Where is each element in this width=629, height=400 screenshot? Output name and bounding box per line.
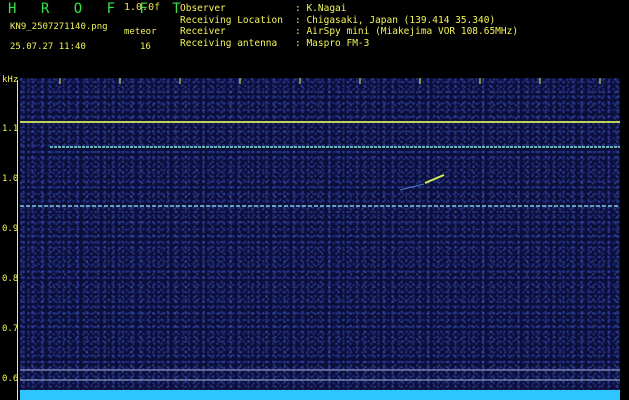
info-label: Receiver <box>180 26 226 37</box>
info-row-receiver: Receiver : AirSpy mini (Miakejima VOR 10… <box>180 26 518 38</box>
station-info: Observer : K.Nagai Receiving Location : … <box>180 3 518 49</box>
version-label: 1.0.0f <box>124 2 161 13</box>
signal-strength-strip <box>20 390 620 400</box>
y-tick-label: 1.0 <box>2 174 19 184</box>
header: H R O F F T 1.0.0f KN9_2507271140.png me… <box>0 0 629 75</box>
axis-unit-label: kHz <box>2 75 19 85</box>
meteor-count: 16 <box>140 42 151 52</box>
filename-label: KN9_2507271140.png <box>10 22 108 32</box>
info-label: Observer <box>180 3 226 14</box>
info-row-antenna: Receiving antenna : Maspro FM-3 <box>180 38 518 50</box>
info-row-observer: Observer : K.Nagai <box>180 3 518 15</box>
info-label: Receiving Location <box>180 14 283 26</box>
meteor-echo <box>424 174 445 184</box>
y-tick-label: 1.1 <box>2 124 19 134</box>
meteor-label: meteor <box>124 27 157 37</box>
info-label: Receiving antenna <box>180 37 278 49</box>
datetime-label: 25.07.27 11:40 <box>10 42 86 52</box>
info-value: : K.Nagai <box>295 3 347 14</box>
info-value: : Chigasaki, Japan (139.414 35.340) <box>295 14 496 26</box>
info-value: : AirSpy mini (Miakejima VOR 108.65MHz) <box>295 26 519 37</box>
info-row-location: Receiving Location : Chigasaki, Japan (1… <box>180 15 518 27</box>
meteor-echo <box>399 183 425 191</box>
y-tick-label: 0.9 <box>2 224 19 234</box>
app-title: H R O F F T <box>8 1 189 17</box>
y-tick-label: 0.8 <box>2 274 19 284</box>
spectrogram-plot <box>20 78 620 400</box>
info-value: : Maspro FM-3 <box>295 37 370 49</box>
x-ticks <box>59 78 601 84</box>
spectrogram-overlay <box>20 78 620 381</box>
y-tick-label: 0.6 <box>2 374 19 384</box>
y-tick-label: 0.7 <box>2 324 19 334</box>
